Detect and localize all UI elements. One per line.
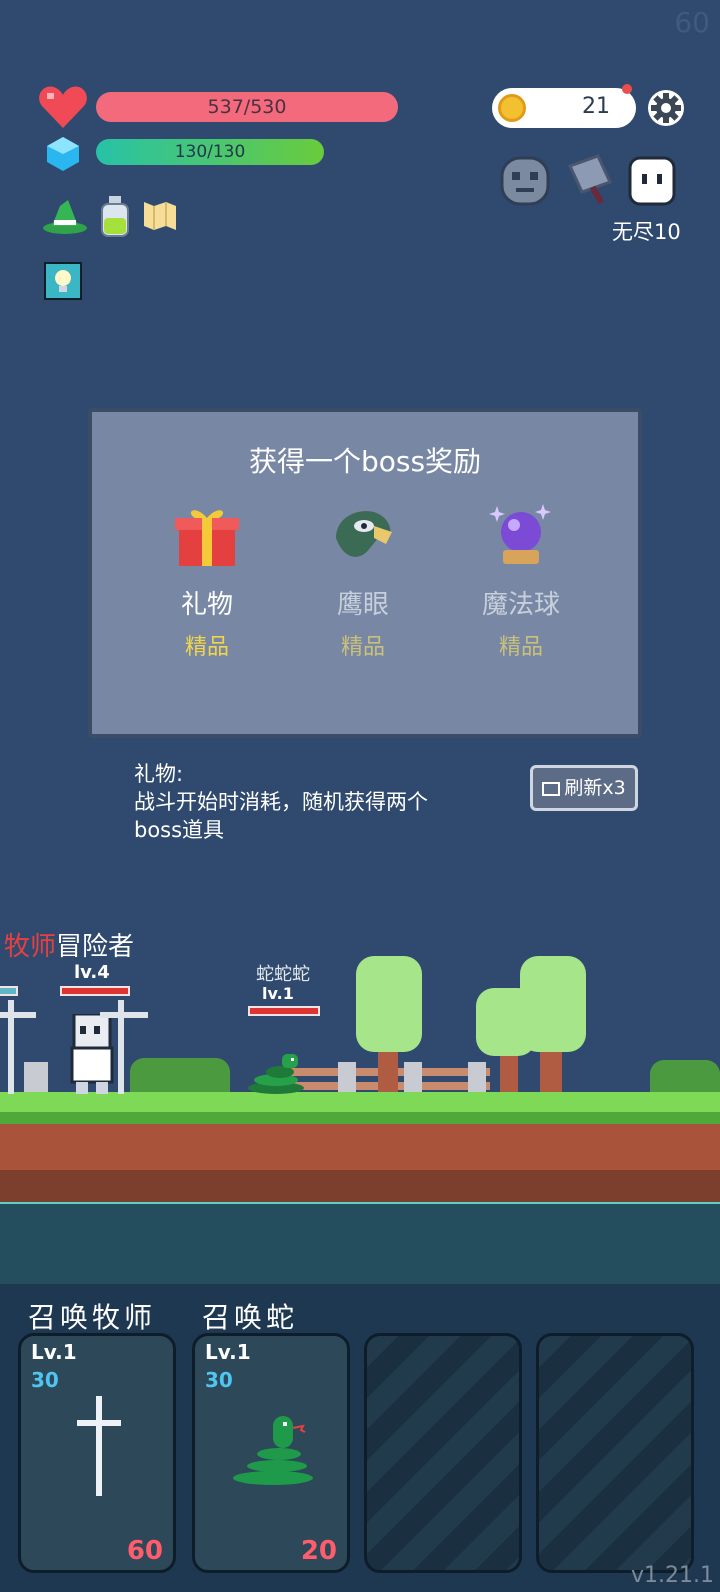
video-ad-icon: [542, 781, 561, 796]
reward-name: 礼物: [180, 590, 233, 620]
card-level: Lv.1: [31, 1340, 77, 1364]
summon-snake-label: 召唤蛇: [202, 1301, 299, 1334]
cleaver-boss-icon: [567, 154, 613, 205]
reward-option-eagle-eye[interactable]: 鹰眼 精品: [288, 504, 438, 661]
reward-description: 礼物: 战斗开始时消耗，随机获得两个 boss道具: [134, 760, 428, 844]
reward-tier: 精品: [340, 635, 385, 660]
map-scroll-icon[interactable]: [142, 198, 178, 234]
hero-role-adventurer: 冒险者: [56, 932, 135, 962]
reward-option-gift[interactable]: 礼物 精品: [132, 504, 282, 661]
empty-card-slot[interactable]: [536, 1333, 694, 1573]
hero-name: 牧师冒险者: [4, 926, 134, 963]
reward-name: 鹰眼: [336, 590, 389, 620]
priest-cross-icon: [0, 1000, 36, 1094]
description-line: boss道具: [134, 818, 225, 842]
hero-level: lv.4: [74, 962, 110, 983]
cross-icon: [77, 1396, 121, 1496]
lightbulb-buff-icon[interactable]: [44, 262, 82, 300]
fence-post: [468, 1062, 486, 1094]
dirt-dark-layer: [0, 1170, 720, 1204]
cross-staff-icon: [100, 1000, 148, 1094]
refresh-button[interactable]: 刷新x3: [530, 765, 638, 811]
eagle-head-icon: [336, 511, 392, 557]
version-label: v1.21.1: [631, 1563, 714, 1588]
reward-tier: 精品: [498, 635, 543, 660]
coin-value: 21: [582, 94, 610, 119]
notification-dot: [622, 84, 632, 94]
endless-mode-label: 无尽10: [612, 220, 681, 244]
potion-bottle-icon[interactable]: [98, 194, 132, 238]
hp-bar: 537/530: [96, 92, 398, 122]
coin-counter[interactable]: 21: [492, 84, 636, 128]
tree-canopy: [520, 956, 586, 1052]
summon-card-snake[interactable]: Lv.1 30 20: [192, 1333, 350, 1573]
reward-tier: 精品: [184, 635, 229, 660]
card-count: 20: [300, 1536, 337, 1566]
boss-reward-panel: 获得一个boss奖励 礼物 精品 鹰眼 精品 魔法球 精品: [88, 408, 642, 738]
crystal-ball-icon: [489, 504, 551, 564]
empty-card-slot[interactable]: [364, 1333, 522, 1573]
card-count: 60: [126, 1536, 163, 1566]
enemy-name: 蛇蛇蛇: [256, 964, 310, 985]
summon-priest-label: 召唤牧师: [28, 1301, 157, 1334]
description-line: 战斗开始时消耗，随机获得两个: [134, 790, 428, 814]
fence-post: [404, 1062, 422, 1094]
summon-card-priest[interactable]: Lv.1 30 60: [18, 1333, 176, 1573]
mana-gem-icon: [47, 137, 79, 171]
slime-boss-icon: [628, 156, 676, 206]
mana-value: 130/130: [174, 142, 246, 162]
tree-canopy: [356, 956, 422, 1052]
description-title: 礼物:: [134, 762, 184, 786]
fps-counter: 60: [674, 6, 710, 39]
hero-role-priest: 牧师: [4, 932, 57, 962]
refresh-label: 刷新x3: [564, 777, 626, 799]
hp-value: 537/530: [207, 96, 287, 118]
witch-hat-icon[interactable]: [42, 196, 88, 236]
grass-edge: [0, 1112, 720, 1124]
gift-box-icon: [175, 510, 239, 566]
water: [0, 1204, 720, 1284]
panel-title: 获得一个boss奖励: [248, 445, 482, 478]
settings-gear-icon[interactable]: [646, 88, 686, 128]
enemy-level: lv.1: [262, 984, 294, 1003]
heart-icon: [39, 86, 87, 128]
fence-post: [338, 1062, 356, 1094]
card-cost: 30: [31, 1368, 59, 1392]
reward-name: 魔法球: [481, 590, 560, 620]
reward-option-magic-orb[interactable]: 魔法球 精品: [446, 504, 596, 661]
ghost-boss-icon: [500, 156, 550, 206]
priest-hp-bar: [0, 986, 18, 996]
hero-hp-bar: [60, 986, 130, 996]
card-cost: 30: [205, 1368, 233, 1392]
card-level: Lv.1: [205, 1340, 251, 1364]
snake-icon: [233, 1416, 313, 1485]
snake-enemy-sprite: [248, 1054, 304, 1094]
bush: [650, 1060, 720, 1094]
enemy-hp-bar: [248, 1006, 320, 1016]
coin-icon: [498, 94, 526, 122]
mana-bar: 130/130: [96, 139, 324, 165]
